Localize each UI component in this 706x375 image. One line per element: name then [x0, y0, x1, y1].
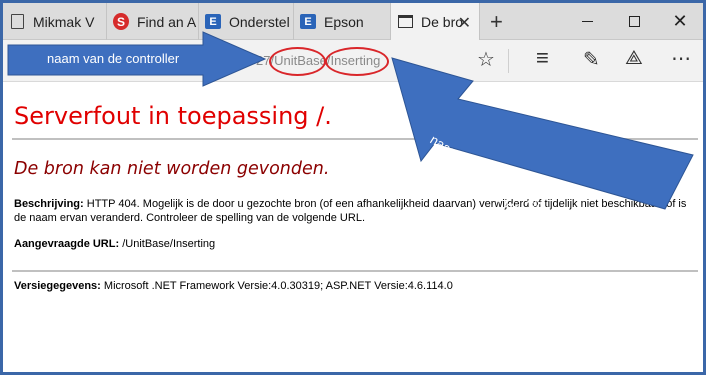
- controller-annotation: naam van de controller: [47, 51, 180, 66]
- browser-window: Mikmak V S Find an A E Onderstel E Epson…: [0, 0, 706, 375]
